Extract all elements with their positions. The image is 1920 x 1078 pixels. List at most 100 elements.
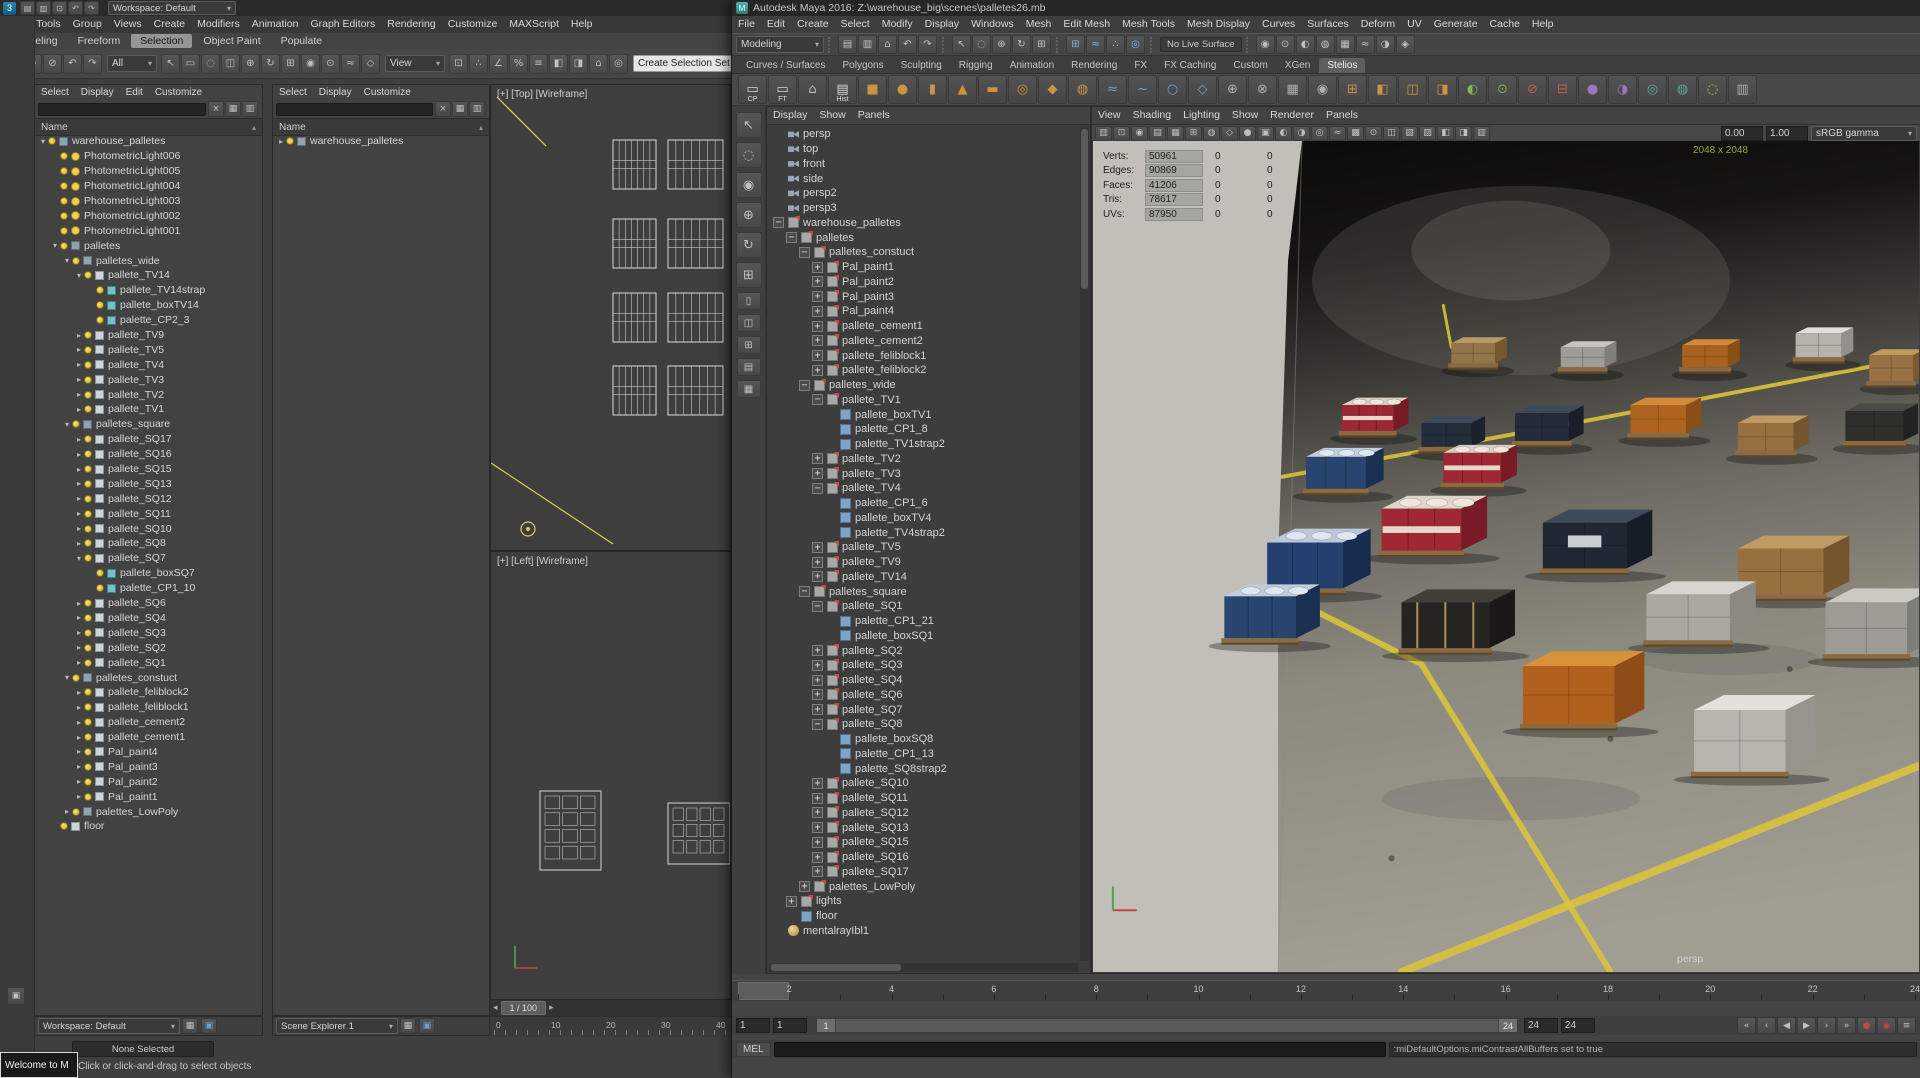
explorer-node-pallete-sq4[interactable]: ▸ pallete_SQ4 bbox=[35, 611, 262, 626]
outliner-node-palette-sq8strap2[interactable]: palette_SQ8strap2 bbox=[769, 761, 1078, 776]
explorer-node-pallete-boxsq7[interactable]: pallete_boxSQ7 bbox=[35, 566, 262, 581]
explorer2-menu-select[interactable]: Select bbox=[273, 85, 313, 100]
explorer2-menu-display[interactable]: Display bbox=[313, 85, 358, 100]
explorer-node-palletes[interactable]: ▾ palletes bbox=[35, 238, 262, 253]
clear-search-icon[interactable]: × bbox=[208, 101, 224, 117]
scene-explorer-toggle-icon[interactable]: ⌂ bbox=[589, 53, 608, 74]
outliner-menu-display[interactable]: Display bbox=[767, 107, 813, 124]
exposure-icon[interactable]: ◧ bbox=[1437, 125, 1454, 141]
expand-toggle[interactable]: + bbox=[812, 571, 823, 583]
lambert-material-icon[interactable]: ● bbox=[1578, 75, 1607, 104]
outliner-node-palletes[interactable]: − palletes bbox=[769, 230, 1078, 245]
expand-toggle[interactable]: ▾ bbox=[50, 241, 60, 250]
visibility-bulb-icon[interactable] bbox=[60, 226, 68, 235]
expand-toggle[interactable]: + bbox=[812, 453, 823, 465]
explorer1-menu-edit[interactable]: Edit bbox=[120, 85, 149, 100]
shelf-tab-stelios[interactable]: Stelios bbox=[1319, 58, 1366, 73]
outliner-node-palette-tv1strap2[interactable]: palette_TV1strap2 bbox=[769, 437, 1078, 452]
outliner-node-palette-tv4strap2[interactable]: palette_TV4strap2 bbox=[769, 525, 1078, 540]
shelf-tab-fx[interactable]: FX bbox=[1126, 58, 1155, 73]
multisample-icon[interactable]: ▩ bbox=[1347, 125, 1364, 141]
visibility-bulb-icon[interactable] bbox=[84, 777, 92, 786]
outliner-node-top[interactable]: top bbox=[769, 142, 1078, 157]
contrast-icon[interactable]: ◨ bbox=[1455, 125, 1472, 141]
expand-toggle[interactable]: ▸ bbox=[74, 703, 84, 712]
expand-toggle[interactable]: + bbox=[812, 822, 823, 834]
expand-toggle[interactable]: ▾ bbox=[62, 673, 72, 682]
viewport-menu-view[interactable]: View bbox=[1092, 107, 1127, 124]
explorer-new-icon[interactable]: ▣ bbox=[419, 1018, 435, 1034]
explorer-node-palette-cp2-3[interactable]: palette_CP2_3 bbox=[35, 313, 262, 328]
symmetry-icon[interactable]: ◈ bbox=[1395, 35, 1415, 54]
visibility-bulb-icon[interactable] bbox=[84, 331, 92, 340]
outliner-menu-panels[interactable]: Panels bbox=[852, 107, 896, 124]
expand-toggle[interactable]: + bbox=[812, 807, 823, 819]
anim-layers-icon[interactable]: ≈ bbox=[1355, 35, 1375, 54]
outliner-node-pallete-sq10[interactable]: + pallete_SQ10 bbox=[769, 776, 1078, 791]
soft-selection-icon[interactable]: ≈ bbox=[341, 53, 360, 74]
explorer2-menu-customize[interactable]: Customize bbox=[358, 85, 417, 100]
next-frame-icon[interactable]: ▸ bbox=[549, 1003, 554, 1013]
shelf-history-icon[interactable]: ▤ Hist bbox=[828, 75, 857, 104]
set-key-icon[interactable]: ● bbox=[1857, 1017, 1876, 1034]
column-header-name[interactable]: Name bbox=[41, 122, 68, 133]
viewport-menu-show[interactable]: Show bbox=[1226, 107, 1264, 124]
maya-menu-display[interactable]: Display bbox=[919, 16, 965, 33]
outliner-node-palette-cp1-21[interactable]: palette_CP1_21 bbox=[769, 614, 1078, 629]
curve-ep-icon[interactable]: ~ bbox=[1128, 75, 1157, 104]
expand-toggle[interactable]: + bbox=[812, 335, 823, 347]
render-settings-icon[interactable]: ◍ bbox=[1315, 35, 1335, 54]
shelf-tab-xgen[interactable]: XGen bbox=[1277, 58, 1319, 73]
joints-xray-icon[interactable]: ▨ bbox=[1419, 125, 1436, 141]
shelf-home-icon[interactable]: ⌂ bbox=[798, 75, 827, 104]
redo-icon[interactable]: ↷ bbox=[918, 35, 937, 54]
outliner-node-front[interactable]: front bbox=[769, 157, 1078, 172]
expand-toggle[interactable]: − bbox=[799, 586, 810, 598]
visibility-bulb-icon[interactable] bbox=[84, 643, 92, 652]
maya-menu-mesh-tools[interactable]: Mesh Tools bbox=[1116, 16, 1181, 33]
motion-blur-icon[interactable]: ≈ bbox=[1329, 125, 1346, 141]
range-end-handle[interactable]: 24 bbox=[1498, 1019, 1517, 1032]
edge-constraint-icon[interactable]: ◇ bbox=[361, 53, 380, 74]
visibility-bulb-icon[interactable] bbox=[84, 494, 92, 503]
explorer-node-pallete-sq15[interactable]: ▸ pallete_SQ15 bbox=[35, 462, 262, 477]
poly-cube-icon[interactable]: ■ bbox=[858, 75, 887, 104]
maya-menu-edit-mesh[interactable]: Edit Mesh bbox=[1057, 16, 1116, 33]
explorer-node-palletes-constuct[interactable]: ▾ palletes_constuct bbox=[35, 670, 262, 685]
sort-arrow-icon[interactable]: ▴ bbox=[252, 123, 256, 132]
select-and-scale-icon[interactable]: ⊞ bbox=[281, 53, 300, 74]
visibility-bulb-icon[interactable] bbox=[84, 628, 92, 637]
shelf-tab-custom[interactable]: Custom bbox=[1225, 58, 1275, 73]
explorer-node-pallete-boxtv14[interactable]: pallete_boxTV14 bbox=[35, 298, 262, 313]
outliner-node-pal-paint1[interactable]: + Pal_paint1 bbox=[769, 260, 1078, 275]
visibility-bulb-icon[interactable] bbox=[60, 197, 68, 205]
visibility-bulb-icon[interactable] bbox=[84, 450, 92, 459]
workspace-footer-dropdown[interactable]: Workspace: Default ▾ bbox=[38, 1018, 180, 1034]
explorer-node-pallete-sq10[interactable]: ▸ pallete_SQ10 bbox=[35, 521, 262, 536]
max-menu-views[interactable]: Views bbox=[108, 16, 148, 33]
use-pivot-center-icon[interactable]: ⊡ bbox=[449, 53, 468, 74]
viewport-left-label[interactable]: [+] [Left] [Wireframe] bbox=[497, 556, 588, 567]
viewport-menu-renderer[interactable]: Renderer bbox=[1264, 107, 1320, 124]
move-tool-icon[interactable]: ⊕ bbox=[992, 35, 1011, 54]
selection-filter-dropdown[interactable]: All ▾ bbox=[107, 55, 157, 72]
explorer-node-pallete-sq3[interactable]: ▸ pallete_SQ3 bbox=[35, 625, 262, 640]
pivot-icon[interactable]: ⊙ bbox=[321, 53, 340, 74]
explorer-node-pallete-tv4[interactable]: ▸ pallete_TV4 bbox=[35, 357, 262, 372]
outliner-node-pallete-tv4[interactable]: − pallete_TV4 bbox=[769, 481, 1078, 496]
visibility-bulb-icon[interactable] bbox=[96, 584, 104, 593]
snap-to-grid-icon[interactable]: ⊞ bbox=[1066, 35, 1085, 54]
max-menu-animation[interactable]: Animation bbox=[246, 16, 305, 33]
search-input[interactable] bbox=[38, 102, 206, 116]
explorer-node-palletes-wide[interactable]: ▾ palletes_wide bbox=[35, 253, 262, 268]
expand-toggle[interactable]: − bbox=[786, 232, 797, 244]
maya-menu-mesh[interactable]: Mesh bbox=[1020, 16, 1058, 33]
maya-menu-edit[interactable]: Edit bbox=[761, 16, 791, 33]
save-file-icon[interactable]: ⊡ bbox=[52, 1, 67, 15]
expand-toggle[interactable]: + bbox=[812, 556, 823, 568]
expand-toggle[interactable]: ▾ bbox=[62, 256, 72, 265]
outliner-node-pallete-boxsq1[interactable]: pallete_boxSQ1 bbox=[769, 629, 1078, 644]
gamma-field[interactable]: 1.00 bbox=[1766, 125, 1808, 141]
outliner-node-pallete-sq12[interactable]: + pallete_SQ12 bbox=[769, 806, 1078, 821]
visibility-bulb-icon[interactable] bbox=[96, 569, 104, 578]
